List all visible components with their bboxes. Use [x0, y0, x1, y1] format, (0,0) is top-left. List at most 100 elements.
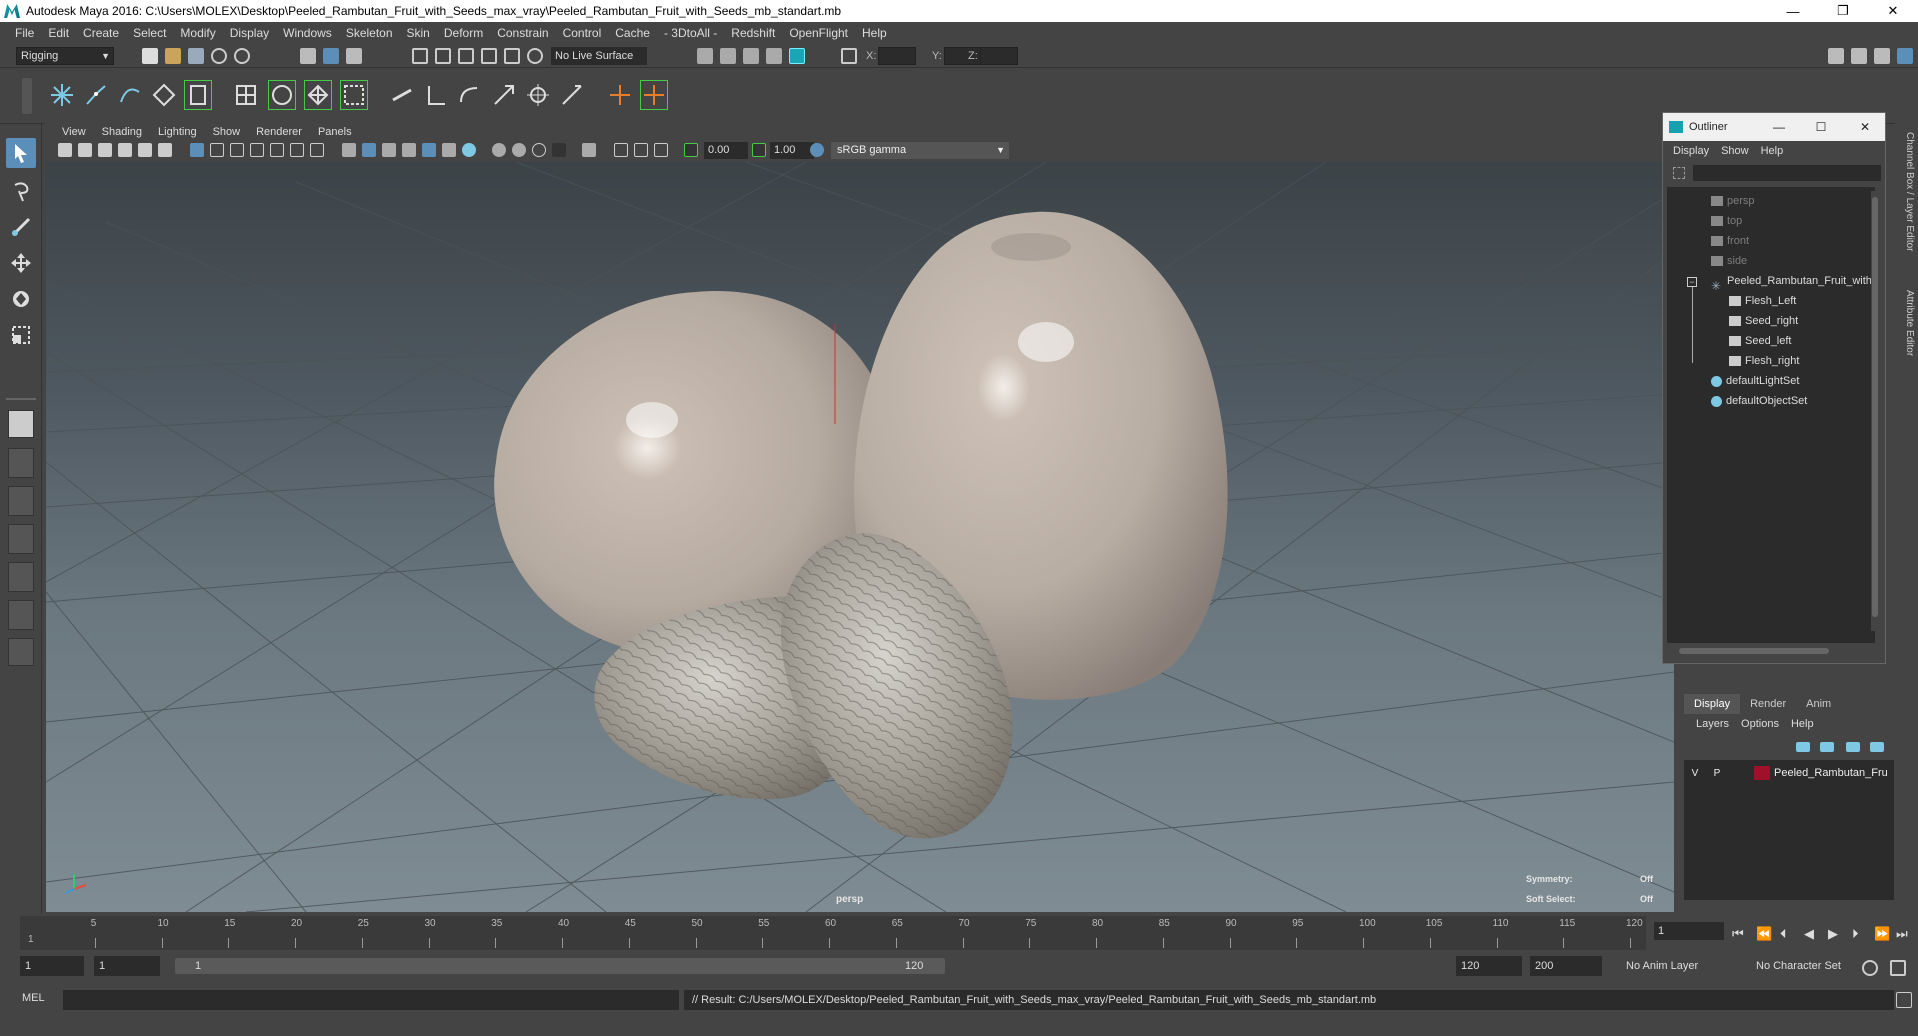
new-layer-icon[interactable]: [1846, 742, 1860, 752]
bookmark-icon[interactable]: [98, 143, 112, 157]
xray-components-icon[interactable]: [634, 143, 648, 157]
layer-row[interactable]: V P Peeled_Rambutan_Fru: [1684, 764, 1894, 782]
film-gate-icon[interactable]: [210, 143, 224, 157]
rotate-tool-icon[interactable]: [6, 284, 36, 314]
menu-control[interactable]: Control: [556, 22, 609, 44]
save-scene-icon[interactable]: [188, 48, 204, 64]
new-layer-from-selection-icon[interactable]: [1870, 742, 1884, 752]
menu-display[interactable]: Display: [223, 22, 276, 44]
hypershade-layout-button[interactable]: [8, 562, 34, 592]
hypershade-icon[interactable]: [789, 48, 805, 64]
collapse-toggle-icon[interactable]: −: [1687, 277, 1697, 287]
menu-windows[interactable]: Windows: [276, 22, 339, 44]
outliner-item-group[interactable]: ✳ Peeled_Rambutan_Fruit_with: [1711, 271, 1872, 293]
scale-tool-icon[interactable]: [6, 320, 36, 350]
panel-menu-view[interactable]: View: [54, 126, 94, 138]
image-plane-icon[interactable]: [118, 143, 132, 157]
go-to-start-button[interactable]: ⏮: [1732, 926, 1744, 942]
close-button[interactable]: ✕: [1868, 0, 1918, 22]
command-language-label[interactable]: MEL: [22, 992, 45, 1004]
menu-3dtoall[interactable]: - 3DtoAll -: [657, 22, 724, 44]
channel-box-toggle-icon[interactable]: [1897, 48, 1913, 64]
outliner-item-flesh-right[interactable]: Flesh_right: [1729, 351, 1799, 371]
color-management-icon[interactable]: [810, 143, 824, 157]
undo-icon[interactable]: [211, 48, 227, 64]
time-slider-track[interactable]: 1 5 10 15 20 25 30 35 40 45 50 55 60 65 70 75 80 85 90 95 1…: [20, 916, 1646, 950]
channel-box-tab[interactable]: Channel Box / Layer Editor: [1897, 132, 1915, 252]
select-hierarchy-icon[interactable]: [300, 48, 316, 64]
outliner-item-flesh-left[interactable]: Flesh_Left: [1729, 291, 1796, 311]
select-tool-icon[interactable]: [6, 138, 36, 168]
snap-surface-icon[interactable]: [504, 48, 520, 64]
mirror-joint-icon[interactable]: [640, 80, 668, 110]
minimize-button[interactable]: —: [1768, 0, 1818, 22]
tab-anim[interactable]: Anim: [1796, 694, 1841, 714]
modeling-toolkit-icon[interactable]: [1828, 48, 1844, 64]
outliner-menu-display[interactable]: Display: [1667, 145, 1715, 157]
bind-skin-icon[interactable]: [150, 80, 178, 110]
gate-mask-icon[interactable]: [250, 143, 264, 157]
outliner-item-default-object-set[interactable]: defaultObjectSet: [1711, 391, 1807, 411]
shadows-icon[interactable]: [442, 143, 456, 157]
lasso-tool-icon[interactable]: [6, 176, 36, 206]
hud-icon[interactable]: [654, 143, 668, 157]
persp-graph-layout-button[interactable]: [8, 524, 34, 554]
blend-shape-icon[interactable]: [340, 80, 368, 110]
menu-edit[interactable]: Edit: [41, 22, 76, 44]
constraint-scale-icon[interactable]: [490, 80, 518, 110]
outliner-item-seed-left[interactable]: Seed_left: [1729, 331, 1791, 351]
menu-cache[interactable]: Cache: [608, 22, 657, 44]
smooth-shade-icon[interactable]: [362, 143, 376, 157]
auto-key-icon[interactable]: [1862, 960, 1878, 976]
select-component-icon[interactable]: [346, 48, 362, 64]
constraint-parent-icon[interactable]: [388, 80, 416, 110]
menu-openflight[interactable]: OpenFlight: [782, 22, 855, 44]
paint-select-icon[interactable]: [6, 212, 36, 242]
persp-uv-layout-button[interactable]: [8, 600, 34, 630]
isolate-select-icon[interactable]: [552, 143, 566, 157]
scene-end-field[interactable]: 200: [1530, 956, 1602, 976]
x-field[interactable]: [878, 47, 916, 65]
ik-spline-icon[interactable]: [116, 80, 144, 110]
menu-skeleton[interactable]: Skeleton: [339, 22, 400, 44]
open-scene-icon[interactable]: [165, 48, 181, 64]
step-forward-key-button[interactable]: ⏩: [1874, 926, 1890, 942]
layer-playback-toggle[interactable]: P: [1706, 768, 1728, 779]
wireframe-icon[interactable]: [342, 143, 356, 157]
resolution-gate-icon[interactable]: [230, 143, 244, 157]
exposure-field[interactable]: 0.00: [704, 142, 748, 159]
menu-skin[interactable]: Skin: [400, 22, 437, 44]
outliner-horizontal-scrollbar[interactable]: [1673, 647, 1865, 655]
outliner-item-persp[interactable]: persp: [1711, 191, 1755, 211]
layer-visibility-toggle[interactable]: V: [1684, 768, 1706, 779]
xray-icon[interactable]: [582, 143, 596, 157]
outliner-item-default-light-set[interactable]: defaultLightSet: [1711, 371, 1799, 391]
playback-start-field[interactable]: 1: [94, 956, 160, 976]
custom-layout-button[interactable]: [8, 638, 34, 666]
depth-of-field-icon[interactable]: [532, 143, 546, 157]
lattice-icon[interactable]: [232, 80, 260, 110]
new-scene-icon[interactable]: [142, 48, 158, 64]
tab-display[interactable]: Display: [1684, 694, 1741, 714]
move-layer-up-icon[interactable]: [1796, 742, 1810, 752]
layer-color-swatch[interactable]: [1754, 766, 1770, 780]
outliner-maximize-button[interactable]: ☐: [1801, 113, 1841, 141]
menu-redshift[interactable]: Redshift: [724, 22, 782, 44]
render-settings-icon[interactable]: [697, 48, 713, 64]
scrollbar-thumb[interactable]: [1679, 648, 1829, 654]
field-chart-icon[interactable]: [270, 143, 284, 157]
outliner-search-input[interactable]: [1693, 165, 1881, 181]
playback-end-field[interactable]: 120: [1456, 956, 1522, 976]
layer-menu-help[interactable]: Help: [1785, 718, 1820, 730]
locator-icon[interactable]: [606, 80, 634, 110]
exposure-icon[interactable]: [684, 143, 698, 157]
outliner-item-front[interactable]: front: [1711, 231, 1749, 251]
snap-point-icon[interactable]: [458, 48, 474, 64]
play-forwards-button[interactable]: ▶: [1828, 926, 1838, 942]
panel-menu-lighting[interactable]: Lighting: [150, 126, 205, 138]
outliner-menu-show[interactable]: Show: [1715, 145, 1755, 157]
outliner-item-seed-right[interactable]: Seed_right: [1729, 311, 1798, 331]
animation-preferences-icon[interactable]: [1890, 960, 1906, 976]
script-editor-icon[interactable]: [1896, 992, 1912, 1008]
scene-start-field[interactable]: 1: [20, 956, 84, 976]
